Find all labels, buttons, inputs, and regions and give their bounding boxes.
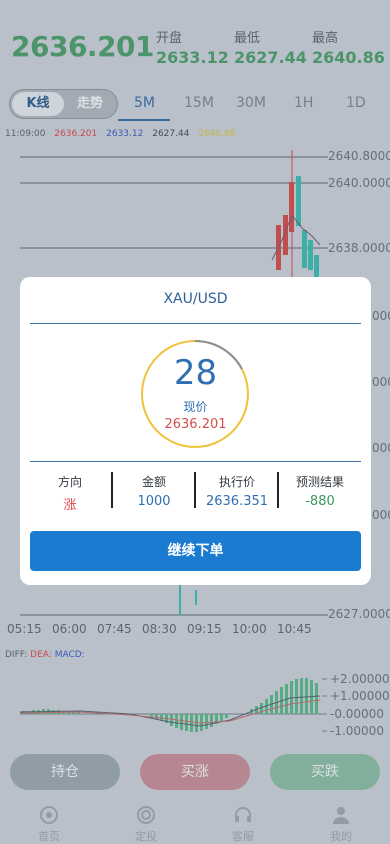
- modal-divider: [30, 323, 361, 324]
- strike-price-value: 2636.351: [205, 494, 269, 509]
- predicted-result-cell: 预测结果 -880: [279, 473, 361, 509]
- direction-value: 涨: [63, 498, 77, 513]
- direction-cell: 方向 涨: [29, 473, 111, 513]
- modal-symbol: XAU/USD: [163, 291, 228, 307]
- current-price-label: 现价: [183, 400, 208, 414]
- continue-order-button[interactable]: 继续下单: [30, 531, 361, 571]
- current-price-value: 2636.201: [164, 417, 227, 432]
- modal-divider: [30, 461, 361, 462]
- amount-value: 1000: [137, 494, 171, 509]
- amount-label: 金额: [141, 475, 166, 489]
- countdown-number: 28: [173, 353, 218, 393]
- amount-cell: 金额 1000: [113, 473, 195, 509]
- predicted-result-value: -880: [305, 494, 335, 509]
- order-result-modal: XAU/USD 28 现价 2636.201 方向 涨 金额 1000 执行价 …: [20, 277, 371, 585]
- direction-label: 方向: [57, 475, 82, 489]
- trading-screen: 2636.201 开盘 2633.12 最低 2627.44 最高 2640.8…: [0, 0, 390, 844]
- strike-price-label: 执行价: [218, 475, 255, 489]
- predicted-result-label: 预测结果: [295, 475, 344, 489]
- strike-price-cell: 执行价 2636.351: [196, 473, 278, 509]
